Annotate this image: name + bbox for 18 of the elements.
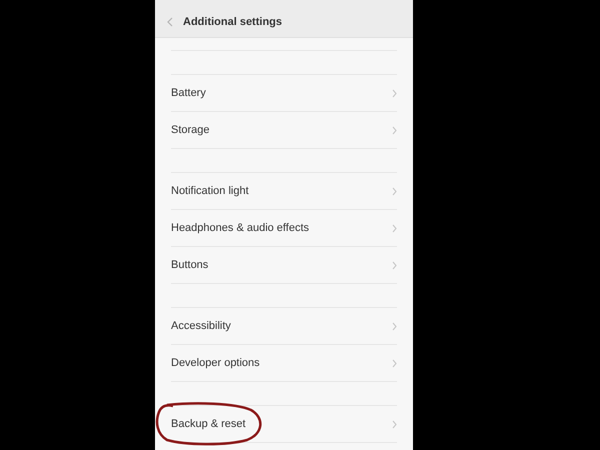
chevron-icon <box>392 126 397 134</box>
chevron-icon <box>392 88 397 98</box>
settings-item[interactable]: Buttons <box>171 247 397 284</box>
chevron-icon <box>392 186 397 196</box>
chevron-icon <box>392 224 397 232</box>
chevron-icon <box>392 420 397 428</box>
chevron-icon <box>392 260 397 270</box>
chevron-icon <box>392 322 397 330</box>
settings-item[interactable]: Backup & reset <box>171 406 397 443</box>
chevron-icon <box>392 358 397 368</box>
settings-item[interactable]: Battery <box>171 75 397 112</box>
settings-item[interactable]: Headphones & audio effects <box>171 210 397 247</box>
settings-item[interactable]: Storage <box>171 112 397 149</box>
settings-item[interactable]: Notification light <box>171 173 397 210</box>
settings-item[interactable]: Developer options <box>171 345 397 382</box>
screen-title: Additional settings <box>183 16 282 28</box>
back-icon[interactable] <box>167 16 173 26</box>
settings-item[interactable]: Accessibility <box>171 308 397 345</box>
